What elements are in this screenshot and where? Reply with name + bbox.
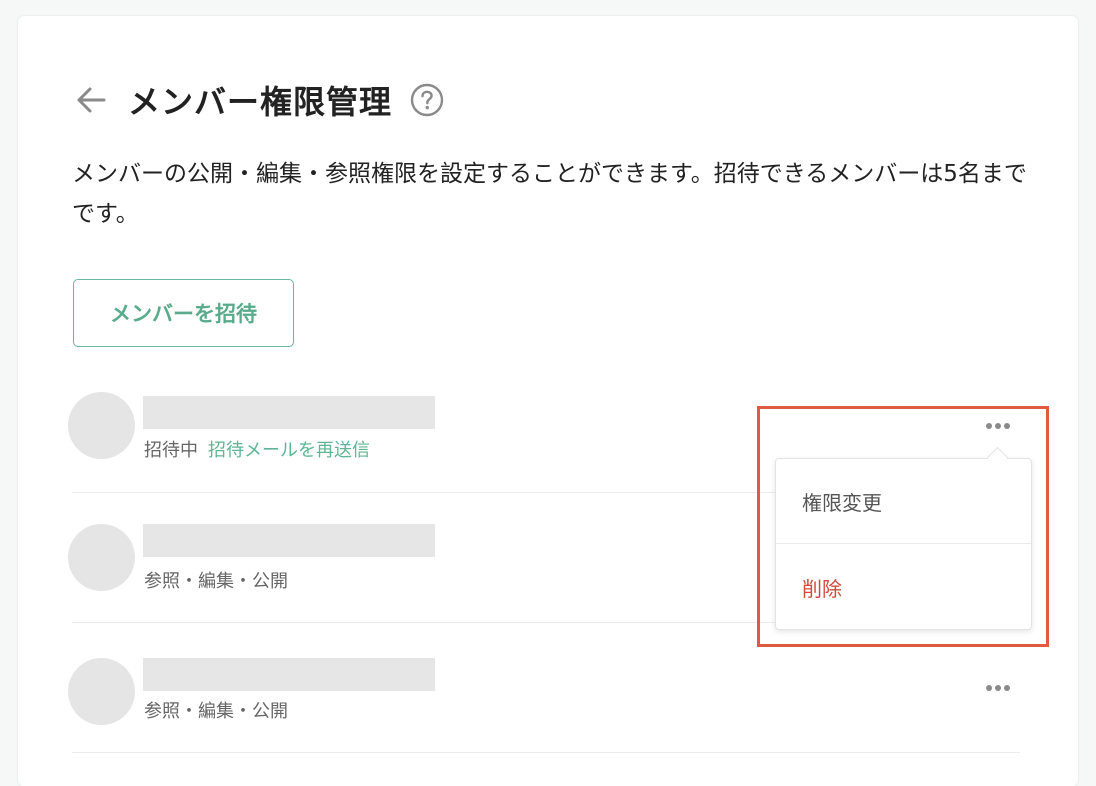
invite-member-button[interactable]: メンバーを招待 <box>73 279 294 347</box>
page-description: メンバーの公開・編集・参照権限を設定することができます。招待できるメンバーは5名… <box>72 161 1027 227</box>
member-permissions: 参照・編集・公開 <box>144 571 288 592</box>
page-title: メンバー権限管理 <box>128 83 393 121</box>
dot-icon <box>1004 685 1010 691</box>
dot-icon <box>986 685 992 691</box>
dot-icon <box>995 685 1001 691</box>
more-options-button[interactable] <box>982 676 1014 700</box>
invite-status: 招待中 <box>144 440 198 461</box>
member-name-placeholder <box>143 396 435 429</box>
avatar <box>68 658 135 725</box>
arrow-left-icon[interactable] <box>76 83 110 117</box>
highlight-annotation <box>757 406 1049 647</box>
row-divider <box>72 752 1020 753</box>
avatar <box>68 524 135 591</box>
member-name-placeholder <box>143 658 435 691</box>
page-header: メンバー権限管理 <box>76 78 444 122</box>
member-permissions: 参照・編集・公開 <box>144 701 288 722</box>
member-name-placeholder <box>143 524 435 557</box>
question-circle-icon[interactable] <box>410 83 444 117</box>
resend-invite-link[interactable]: 招待メールを再送信 <box>208 440 370 461</box>
member-meta: 招待中 招待メールを再送信 <box>144 436 370 462</box>
avatar <box>68 392 135 459</box>
